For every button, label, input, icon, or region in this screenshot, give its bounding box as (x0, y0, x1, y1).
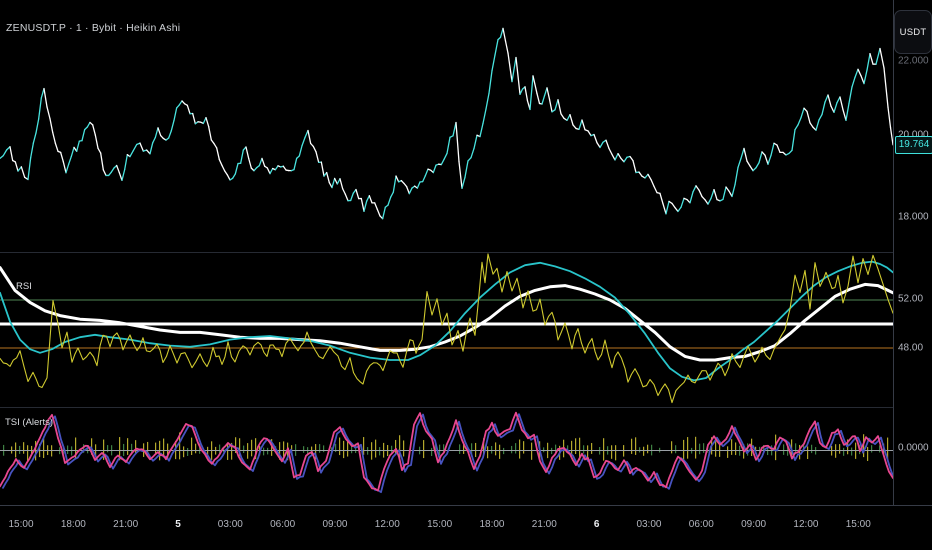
price-axis[interactable]: 22.000 20.000 18.000 52.00 48.00 0.0000 19.764 (893, 0, 932, 505)
tsi-indicator-label[interactable]: TSI (Alerts) (5, 417, 53, 428)
time-axis[interactable]: 15:00 18:00 21:00 5 03:00 06:00 09:00 12:00 15:0… (0, 505, 932, 550)
time-label: 18:00 (479, 519, 505, 530)
axis-price-label: 22.000 (898, 55, 929, 67)
last-price-badge: 19.764 (895, 136, 932, 154)
time-label: 6 (593, 519, 600, 530)
axis-price-label: 48.00 (898, 342, 924, 354)
time-label: 5 (175, 519, 181, 530)
time-label: 12:00 (374, 519, 400, 530)
time-label: 06:00 (688, 519, 714, 530)
time-label: 15:00 (845, 519, 871, 530)
time-label: 18:00 (60, 519, 86, 530)
time-label: 09:00 (741, 519, 767, 530)
chart-canvas[interactable] (0, 0, 932, 550)
time-label: 21:00 (531, 519, 557, 530)
time-label: 15:00 (427, 519, 453, 530)
time-label: 12:00 (793, 519, 819, 530)
chart-root: { "header": { "symbol_title": "ZENUSDT.P… (0, 0, 932, 550)
rsi-indicator-label[interactable]: RSI (16, 281, 32, 292)
time-label: 09:00 (322, 519, 348, 530)
time-label: 21:00 (113, 519, 139, 530)
currency-button[interactable]: USDT (894, 10, 932, 54)
time-label: 03:00 (636, 519, 662, 530)
axis-price-label: 0.0000 (898, 442, 929, 454)
time-label: 15:00 (8, 519, 34, 530)
time-label: 03:00 (217, 519, 243, 530)
axis-price-label: 52.00 (898, 293, 924, 305)
symbol-title[interactable]: ZENUSDT.P · 1 · Bybit · Heikin Ashi (6, 22, 180, 34)
time-label: 06:00 (270, 519, 296, 530)
axis-price-label: 18.000 (898, 211, 929, 223)
